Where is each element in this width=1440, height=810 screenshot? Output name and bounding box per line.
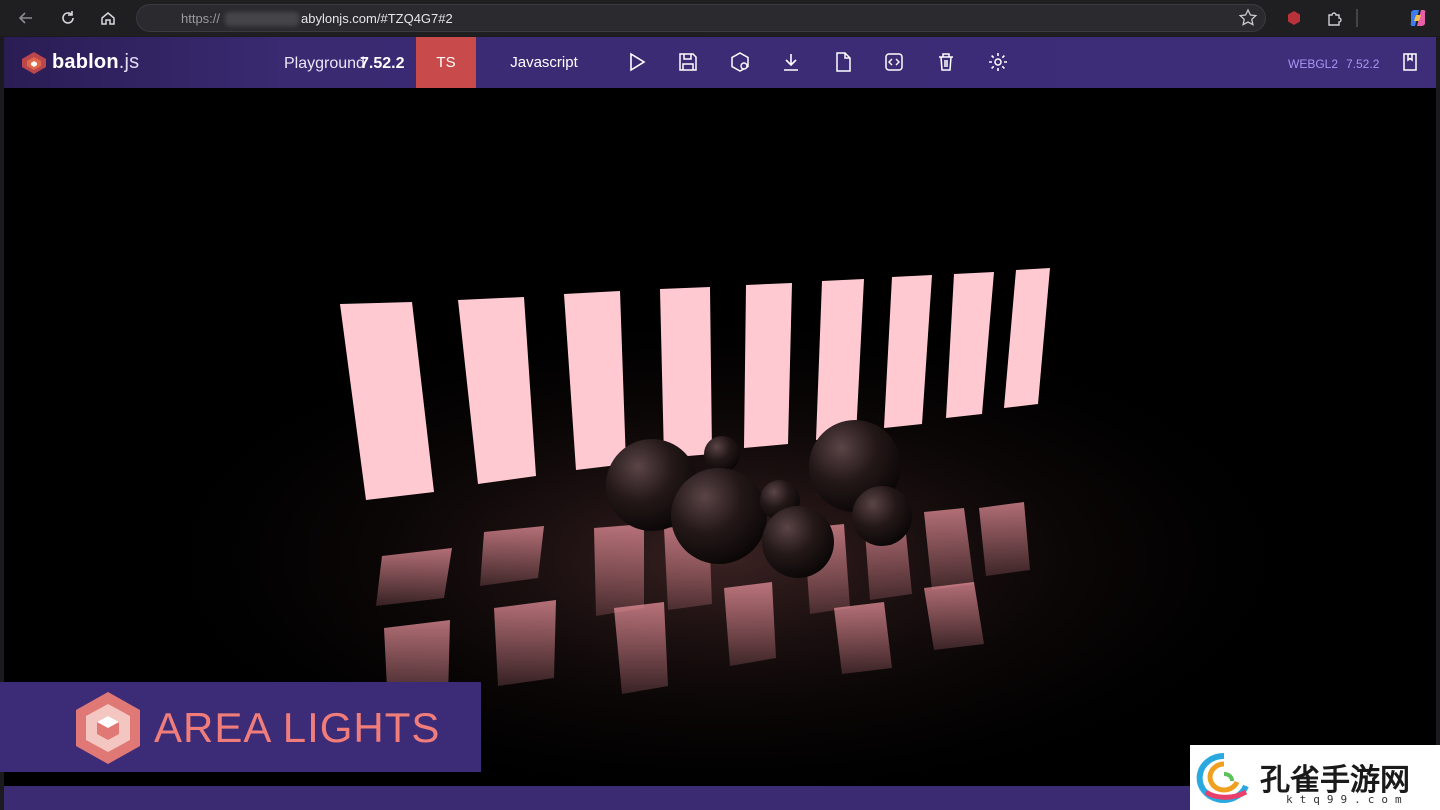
home-icon[interactable] — [96, 6, 120, 30]
logo-suffix: .js — [118, 51, 140, 73]
address-bar[interactable]: https:// abylonjs.com/#TZQ4G7#2 — [136, 4, 1266, 32]
logo-bold: bab — [52, 51, 89, 73]
back-icon[interactable] — [14, 6, 38, 30]
engine-label[interactable]: WEBGL2 — [1288, 57, 1338, 71]
playground-version: 7.52.2 — [360, 55, 405, 72]
examples-icon[interactable] — [1398, 50, 1422, 74]
download-icon[interactable] — [779, 50, 803, 74]
format-code-icon[interactable] — [882, 50, 906, 74]
url-text: abylonjs.com/#TZQ4G7#2 — [301, 11, 453, 26]
copilot-icon[interactable] — [1406, 6, 1430, 30]
browser-toolbar: https:// abylonjs.com/#TZQ4G7#2 — [0, 0, 1440, 36]
logo-mid: lon — [88, 51, 119, 73]
babylon-cube-logo-icon — [76, 692, 140, 764]
watermark: 孔雀手游网 ktq99.com — [1190, 745, 1440, 810]
inspector-icon[interactable] — [728, 50, 752, 74]
url-scheme: https:// — [181, 11, 221, 26]
babylon-logo-icon[interactable] — [20, 51, 48, 75]
watermark-logo-icon — [1196, 752, 1249, 803]
playground-label: Playground — [284, 55, 365, 72]
version-label[interactable]: 7.52.2 — [1346, 57, 1379, 71]
banner-title: AREA LIGHTS — [154, 704, 441, 751]
reload-icon[interactable] — [56, 6, 80, 30]
extension-icon[interactable] — [1282, 6, 1306, 30]
playground-toolbar: bablon.js Playground 7.52.2 TS Javascrip… — [4, 37, 1436, 88]
extensions-puzzle-icon[interactable] — [1322, 6, 1346, 30]
logo-wordmark[interactable]: bablon.js — [52, 51, 139, 74]
new-file-icon[interactable] — [831, 50, 855, 74]
toolbar-divider — [1356, 9, 1358, 27]
tab-javascript[interactable]: Javascript — [496, 37, 592, 88]
clear-trash-icon[interactable] — [934, 50, 958, 74]
watermark-subtitle: ktq99.com — [1286, 793, 1409, 806]
tab-typescript[interactable]: TS — [416, 37, 476, 88]
settings-gear-icon[interactable] — [986, 50, 1010, 74]
save-icon[interactable] — [676, 50, 700, 74]
bookmark-star-icon[interactable] — [1237, 7, 1259, 34]
run-icon[interactable] — [624, 50, 648, 74]
title-banner: AREA LIGHTS — [0, 682, 481, 772]
url-redaction — [225, 12, 299, 26]
